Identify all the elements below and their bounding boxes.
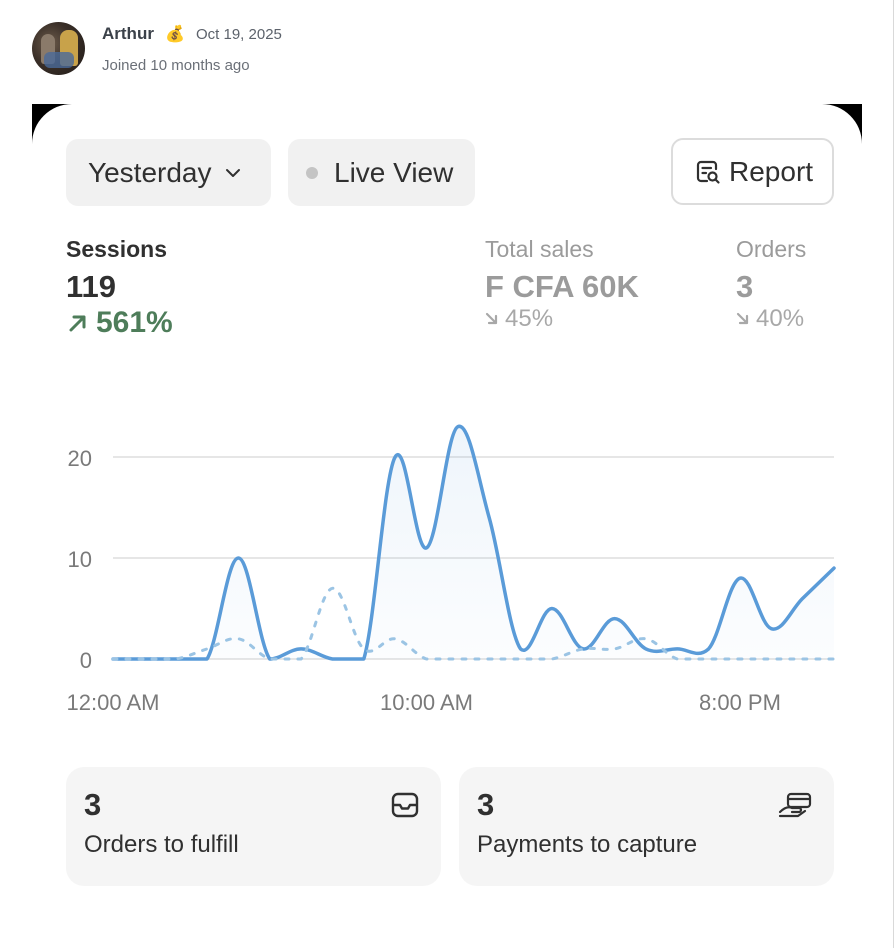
live-view-button[interactable]: Live View — [288, 139, 475, 206]
total-sales-change-value: 45% — [505, 305, 554, 332]
sessions-change: 561% — [66, 306, 173, 340]
joined-info: Joined 10 months ago — [102, 57, 250, 74]
orders-value: 3 — [736, 269, 754, 304]
sessions-value: 119 — [66, 269, 117, 304]
y-tick-label: 0 — [80, 648, 92, 673]
x-tick-label: 8:00 PM — [699, 690, 781, 715]
x-tick-label: 10:00 AM — [380, 690, 473, 715]
orders-change: 40% — [736, 305, 804, 333]
sessions-change-value: 561% — [96, 306, 173, 339]
payments-to-capture-count: 3 — [477, 787, 495, 822]
money-bag-icon: 💰 — [165, 26, 185, 43]
sessions-chart[interactable]: 0 10 20 12:00 AM 10:00 AM 8:00 PM — [40, 400, 850, 730]
author-name[interactable]: Arthur — [102, 24, 154, 44]
total-sales-label[interactable]: Total sales — [485, 236, 594, 263]
arrow-down-right-icon — [485, 312, 498, 325]
y-tick-label: 20 — [68, 446, 92, 471]
date-range-picker[interactable]: Yesterday — [66, 139, 271, 206]
total-sales-change: 45% — [485, 305, 553, 333]
total-sales-value: F CFA 60K — [485, 269, 639, 304]
orders-to-fulfill-tile[interactable]: 3 Orders to fulfill — [66, 767, 441, 886]
report-search-icon — [696, 160, 720, 184]
post-date: Oct 19, 2025 — [196, 26, 282, 43]
sessions-label[interactable]: Sessions — [66, 236, 167, 263]
arrow-up-right-icon — [69, 315, 86, 332]
live-view-label: Live View — [334, 156, 454, 188]
page-edge-divider — [893, 0, 894, 948]
orders-to-fulfill-label: Orders to fulfill — [84, 831, 239, 858]
x-tick-label: 12:00 AM — [67, 690, 160, 715]
y-tick-label: 10 — [68, 547, 92, 572]
report-button[interactable]: Report — [671, 138, 834, 205]
orders-change-value: 40% — [756, 305, 805, 332]
inbox-icon — [391, 792, 419, 818]
arrow-down-right-icon — [736, 312, 749, 325]
orders-to-fulfill-count: 3 — [84, 787, 102, 822]
date-range-label: Yesterday — [88, 156, 212, 188]
report-label: Report — [729, 155, 814, 187]
orders-label[interactable]: Orders — [736, 236, 806, 263]
live-status-dot — [306, 166, 318, 179]
author-avatar[interactable] — [32, 22, 85, 75]
payments-to-capture-label: Payments to capture — [477, 831, 698, 858]
payments-to-capture-tile[interactable]: 3 Payments to capture — [459, 767, 834, 886]
hand-card-icon — [778, 792, 812, 818]
chevron-down-icon — [225, 168, 240, 177]
